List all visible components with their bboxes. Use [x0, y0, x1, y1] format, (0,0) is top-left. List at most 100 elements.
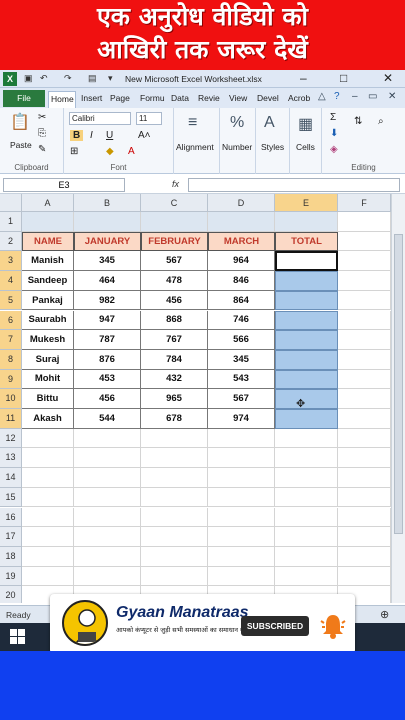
- empty-cell[interactable]: [338, 507, 391, 528]
- table-cell[interactable]: Saurabh: [22, 310, 74, 331]
- row-header[interactable]: 19: [0, 566, 22, 587]
- number-label[interactable]: Number: [222, 142, 252, 152]
- table-cell[interactable]: 965: [141, 389, 208, 409]
- underline-button[interactable]: U: [106, 130, 113, 141]
- autosum-icon[interactable]: Σ: [330, 112, 336, 123]
- empty-cell[interactable]: [338, 369, 391, 390]
- empty-cell[interactable]: [141, 566, 208, 587]
- empty-cell[interactable]: [275, 566, 338, 587]
- table-cell[interactable]: Sandeep: [22, 271, 74, 291]
- table-cell[interactable]: 345: [208, 349, 275, 370]
- empty-cell[interactable]: [338, 566, 391, 587]
- empty-cell[interactable]: [338, 546, 391, 567]
- windows-start-icon[interactable]: [10, 629, 26, 645]
- vertical-scrollbar[interactable]: [391, 194, 405, 603]
- table-cell[interactable]: 432: [141, 369, 208, 390]
- italic-button[interactable]: I: [90, 130, 93, 141]
- grow-font-icon[interactable]: A˄: [138, 130, 151, 141]
- row-header[interactable]: 12: [0, 428, 22, 449]
- empty-cell[interactable]: [338, 409, 391, 429]
- column-header-d[interactable]: D: [208, 194, 275, 212]
- table-cell[interactable]: 543: [208, 369, 275, 390]
- empty-cell[interactable]: [141, 448, 208, 469]
- row-header[interactable]: 18: [0, 546, 22, 567]
- tab-review[interactable]: Revie: [196, 91, 224, 108]
- print-preview-icon[interactable]: ▤: [88, 73, 97, 84]
- band-cell[interactable]: [208, 212, 275, 232]
- table-cell[interactable]: 345: [74, 251, 141, 272]
- table-cell[interactable]: Bittu: [22, 389, 74, 409]
- empty-cell[interactable]: [208, 468, 275, 488]
- empty-cell[interactable]: [275, 546, 338, 567]
- paste-label[interactable]: Paste: [10, 140, 32, 150]
- total-cell[interactable]: [275, 409, 338, 429]
- empty-cell[interactable]: [338, 349, 391, 370]
- formula-input[interactable]: [188, 178, 400, 192]
- table-cell[interactable]: 456: [74, 389, 141, 409]
- empty-cell[interactable]: [74, 527, 141, 547]
- font-color-icon[interactable]: A: [128, 146, 135, 157]
- empty-cell[interactable]: [74, 546, 141, 567]
- doc-close-icon[interactable]: ✕: [388, 91, 396, 102]
- empty-cell[interactable]: [74, 468, 141, 488]
- band-cell[interactable]: [74, 212, 141, 232]
- tab-formulas[interactable]: Formu: [138, 91, 166, 108]
- fill-icon[interactable]: ⬇: [330, 128, 338, 139]
- tab-insert[interactable]: Insert: [79, 91, 105, 108]
- styles-icon[interactable]: A: [264, 114, 275, 132]
- empty-cell[interactable]: [338, 271, 391, 291]
- row-header[interactable]: 2: [0, 231, 22, 252]
- table-cell[interactable]: 456: [141, 290, 208, 311]
- band-cell[interactable]: [141, 212, 208, 232]
- empty-cell[interactable]: [74, 507, 141, 528]
- total-cell[interactable]: [275, 349, 338, 370]
- total-cell[interactable]: [275, 310, 338, 331]
- empty-cell[interactable]: [141, 507, 208, 528]
- table-cell[interactable]: Suraj: [22, 349, 74, 370]
- total-cell[interactable]: [275, 290, 338, 311]
- empty-cell[interactable]: [22, 507, 74, 528]
- doc-restore-icon[interactable]: ▭: [368, 91, 377, 102]
- tab-acrobat[interactable]: Acrob: [286, 91, 314, 108]
- empty-cell[interactable]: [22, 527, 74, 547]
- row-header[interactable]: 7: [0, 330, 22, 350]
- empty-cell[interactable]: [275, 448, 338, 469]
- empty-cell[interactable]: [275, 468, 338, 488]
- table-cell[interactable]: Pankaj: [22, 290, 74, 311]
- empty-cell[interactable]: [338, 330, 391, 350]
- empty-cell[interactable]: [338, 231, 391, 252]
- table-header-cell[interactable]: MARCH: [208, 231, 275, 252]
- save-icon[interactable]: ▣: [24, 73, 33, 84]
- format-painter-icon[interactable]: ✎: [38, 144, 46, 155]
- paste-icon[interactable]: 📋: [10, 112, 30, 132]
- table-cell[interactable]: 974: [208, 409, 275, 429]
- maximize-icon[interactable]: □: [340, 71, 347, 85]
- table-cell[interactable]: 876: [74, 349, 141, 370]
- undo-icon[interactable]: ↶: [40, 73, 48, 84]
- table-cell[interactable]: 746: [208, 310, 275, 331]
- empty-cell[interactable]: [208, 448, 275, 469]
- doc-minimize-icon[interactable]: –: [352, 91, 358, 102]
- table-cell[interactable]: 464: [74, 271, 141, 291]
- column-header-a[interactable]: A: [22, 194, 74, 212]
- bell-icon[interactable]: [318, 611, 348, 641]
- sort-filter-icon[interactable]: ⇅: [354, 116, 362, 127]
- empty-cell[interactable]: [338, 310, 391, 331]
- table-cell[interactable]: 964: [208, 251, 275, 272]
- row-header[interactable]: 16: [0, 507, 22, 528]
- total-cell[interactable]: [275, 330, 338, 350]
- tab-view[interactable]: View: [227, 91, 251, 108]
- empty-cell[interactable]: [22, 566, 74, 587]
- name-box[interactable]: E3: [3, 178, 125, 192]
- table-header-cell[interactable]: TOTAL: [275, 231, 338, 252]
- subscribe-button[interactable]: SUBSCRIBED: [241, 616, 309, 636]
- empty-cell[interactable]: [208, 428, 275, 449]
- empty-cell[interactable]: [275, 428, 338, 449]
- tab-file[interactable]: File: [3, 90, 45, 107]
- band-cell[interactable]: [22, 212, 74, 232]
- empty-cell[interactable]: [338, 487, 391, 508]
- zoom-in-icon[interactable]: ⊕: [380, 608, 389, 621]
- empty-cell[interactable]: [338, 527, 391, 547]
- function-icon[interactable]: fx: [172, 179, 179, 189]
- table-cell[interactable]: 787: [74, 330, 141, 350]
